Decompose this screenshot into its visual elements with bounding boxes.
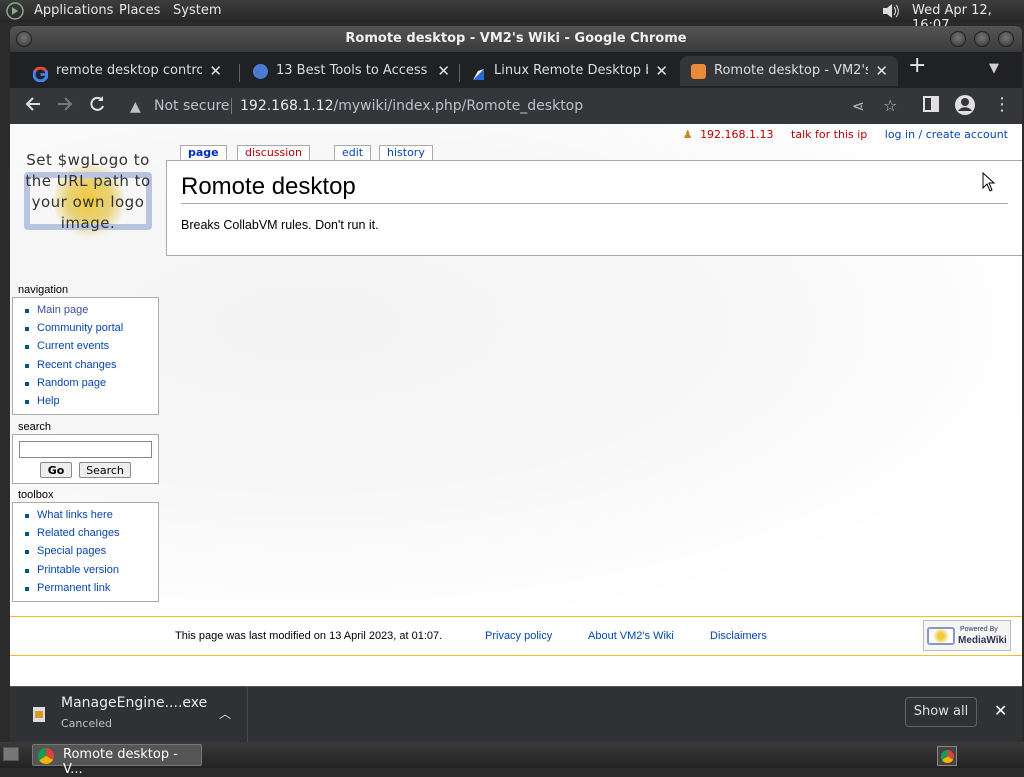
close-tab-icon[interactable]: ✕: [209, 56, 222, 86]
page-title: Romote desktop: [181, 173, 1008, 204]
navigation-portlet: Main page Community portal Current event…: [12, 297, 159, 415]
tool-special-pages[interactable]: Special pages: [23, 543, 158, 561]
about-link[interactable]: About VM2's Wiki: [588, 630, 674, 642]
tool-related-changes[interactable]: Related changes: [23, 525, 158, 543]
file-icon: [33, 707, 45, 726]
go-button[interactable]: Go: [40, 462, 72, 478]
system-menu[interactable]: System: [173, 3, 221, 18]
content-area: Romote desktop Breaks CollabVM rules. Do…: [166, 160, 1022, 256]
navigation-heading: navigation: [18, 284, 69, 296]
close-tab-icon[interactable]: ✕: [437, 56, 450, 86]
shield-icon: [253, 64, 268, 79]
close-window-button[interactable]: [998, 31, 1014, 47]
tab-google-search[interactable]: remote desktop control linux ✕: [22, 56, 232, 86]
tab-romote-desktop-wiki[interactable]: Romote desktop - VM2's Wiki ✕: [680, 56, 898, 86]
download-item[interactable]: ManageEngine....exe Canceled ︿: [10, 687, 248, 742]
browser-toolbar: ▲ Not secure 192.168.1.12/mywiki/index.p…: [10, 88, 1022, 124]
search-portlet: Go Search: [12, 434, 159, 484]
login-link[interactable]: log in / create account: [885, 128, 1008, 141]
close-shelf-icon[interactable]: ✕: [994, 701, 1007, 720]
chrome-icon: [38, 748, 54, 764]
gnome-foot-icon[interactable]: [6, 2, 24, 24]
body-text: Breaks CollabVM rules. Don't run it.: [181, 218, 379, 232]
search-button[interactable]: Search: [79, 462, 131, 478]
nav-main-page[interactable]: Main page: [23, 302, 158, 320]
nav-random-page[interactable]: Random page: [23, 375, 158, 393]
close-tab-icon[interactable]: ✕: [655, 56, 668, 86]
top-panel: Applications Places System Wed Apr 12, 1…: [0, 0, 1024, 33]
tab-history[interactable]: history: [379, 145, 433, 160]
security-label[interactable]: Not secure: [154, 92, 230, 120]
forward-button[interactable]: [56, 95, 74, 119]
nav-community-portal[interactable]: Community portal: [23, 320, 158, 338]
window-title: Romote desktop - VM2's Wiki - Google Chr…: [345, 31, 687, 46]
bookmark-star-icon[interactable]: ☆: [883, 92, 897, 120]
show-desktop-icon[interactable]: [3, 747, 19, 761]
tab-strip: remote desktop control linux ✕ 13 Best T…: [10, 52, 1022, 88]
workspace-switcher[interactable]: [937, 746, 957, 766]
maximize-button[interactable]: [974, 31, 990, 47]
search-heading: search: [18, 421, 52, 433]
window-titlebar[interactable]: Romote desktop - VM2's Wiki - Google Chr…: [10, 26, 1022, 52]
user-icon: ♟: [682, 128, 693, 141]
reload-button[interactable]: [88, 95, 106, 119]
new-tab-button[interactable]: +: [908, 55, 926, 77]
tool-permanent-link[interactable]: Permanent link: [23, 580, 158, 598]
wiki-logo[interactable]: Set $wgLogo to the URL path to your own …: [18, 150, 158, 258]
bookmark-icon: [471, 64, 486, 80]
disclaimers-link[interactable]: Disclaimers: [710, 630, 767, 642]
url-text[interactable]: 192.168.1.12/mywiki/index.php/Romote_des…: [240, 92, 583, 120]
mediawiki-logo-icon: [927, 627, 955, 645]
tool-printable-version[interactable]: Printable version: [23, 562, 158, 580]
toolbox-portlet: What links here Related changes Special …: [12, 502, 159, 602]
talk-link[interactable]: talk for this ip: [791, 128, 867, 141]
warning-icon[interactable]: ▲: [130, 93, 141, 121]
wiki-icon: [691, 64, 706, 79]
volume-icon[interactable]: [880, 2, 902, 24]
share-icon[interactable]: ⋖: [852, 92, 865, 120]
search-input[interactable]: [19, 441, 152, 458]
tab-13-best-tools[interactable]: 13 Best Tools to Access Remote ✕: [242, 56, 460, 86]
last-modified-text: This page was last modified on 13 April …: [175, 630, 443, 642]
tab-linux-remote-desktop[interactable]: Linux Remote Desktop based ✕: [460, 56, 678, 86]
bottom-panel: Romote desktop - V...: [0, 742, 1024, 777]
powered-by-mediawiki-badge[interactable]: Powered By MediaWiki: [923, 620, 1011, 651]
show-all-button[interactable]: Show all: [905, 697, 977, 727]
tab-search-chevron-icon[interactable]: ▼: [989, 58, 999, 80]
browser-window: Romote desktop - VM2's Wiki - Google Chr…: [10, 26, 1022, 742]
nav-current-events[interactable]: Current events: [23, 338, 158, 356]
download-shelf: ManageEngine....exe Canceled ︿ Show all …: [10, 686, 1022, 742]
minimize-button[interactable]: [950, 31, 966, 47]
web-page: ♟ 192.168.1.13 talk for this ip log in /…: [10, 124, 1022, 686]
applications-menu[interactable]: Applications: [34, 3, 113, 18]
close-tab-icon[interactable]: ✕: [875, 56, 888, 86]
chevron-up-icon[interactable]: ︿: [219, 705, 231, 722]
nav-help[interactable]: Help: [23, 393, 158, 411]
menu-kebab-icon[interactable]: ⋮: [993, 94, 1011, 116]
nav-recent-changes[interactable]: Recent changes: [23, 357, 158, 375]
places-menu[interactable]: Places: [119, 3, 160, 18]
download-status: Canceled: [61, 717, 113, 730]
back-button[interactable]: [24, 95, 42, 119]
footer: This page was last modified on 13 April …: [10, 616, 1022, 656]
download-filename: ManageEngine....exe: [61, 695, 208, 711]
mouse-cursor-icon: [982, 171, 996, 196]
privacy-policy-link[interactable]: Privacy policy: [485, 630, 552, 642]
taskbar-item-chrome[interactable]: Romote desktop - V...: [32, 744, 202, 777]
profile-avatar-icon[interactable]: [954, 94, 976, 122]
side-panel-icon[interactable]: [923, 96, 939, 118]
tab-edit[interactable]: edit: [334, 145, 372, 160]
tab-page[interactable]: page: [180, 145, 227, 160]
ip-link[interactable]: 192.168.1.13: [700, 128, 773, 141]
tool-what-links-here[interactable]: What links here: [23, 507, 158, 525]
personal-tools: ♟ 192.168.1.13 talk for this ip log in /…: [669, 128, 1008, 141]
tab-discussion[interactable]: discussion: [237, 145, 311, 160]
window-menu-button[interactable]: [16, 31, 32, 47]
toolbox-heading: toolbox: [18, 489, 54, 501]
google-icon: [32, 64, 49, 83]
address-bar[interactable]: ▲ Not secure 192.168.1.12/mywiki/index.p…: [118, 92, 897, 121]
